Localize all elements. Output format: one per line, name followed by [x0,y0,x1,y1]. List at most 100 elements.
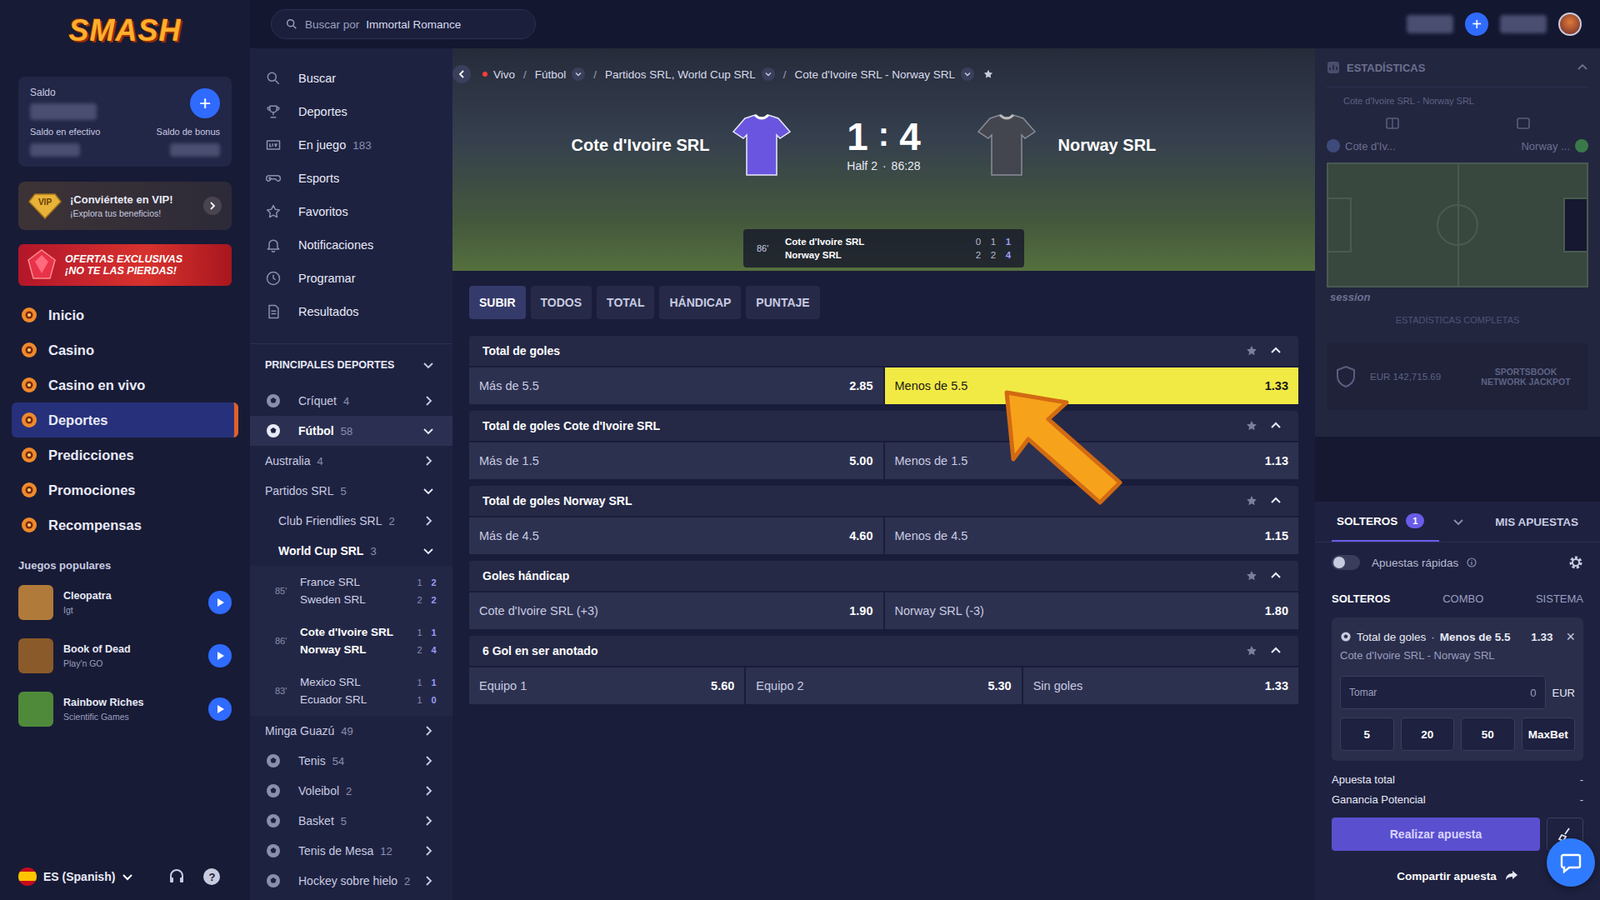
deposit-button[interactable]: + [1465,12,1489,36]
nav-item[interactable]: Inicio [11,297,239,333]
promo-banner[interactable]: OFERTAS EXCLUSIVAS ¡NO TE LAS PIERDAS! [18,244,232,286]
breadcrumb-item[interactable]: Cote d'Ivoire SRL - Norway SRL [794,67,975,81]
chevron-right-icon[interactable] [422,815,435,827]
chevron-down-icon[interactable] [121,870,134,883]
breadcrumb-item[interactable]: Fútbol [535,67,586,81]
dropdown-icon[interactable] [761,67,775,81]
chevron-down-icon[interactable] [1452,515,1465,528]
quick-bets-toggle[interactable] [1331,555,1360,570]
market-header[interactable]: Total de goles Cote d'Ivoire SRL [469,410,1299,441]
chevron-up-icon[interactable] [1270,345,1282,357]
odds-button[interactable]: Equipo 2 5.30 [745,667,1021,705]
game-item[interactable]: Rainbow Riches Scientific Games [18,682,232,736]
favorite-star-icon[interactable] [1245,644,1259,658]
stake-input[interactable]: Tomar 0 [1340,675,1546,710]
table-view-icon[interactable] [1516,117,1530,130]
odds-button[interactable]: Sin goles 1.33 [1023,667,1299,705]
menu-item[interactable]: Notificaciones [250,228,453,262]
chevron-up-icon[interactable] [1270,570,1282,582]
chevron-right-icon[interactable] [422,395,435,407]
market-header[interactable]: Goles hándicap [469,560,1299,591]
menu-item[interactable]: Resultados [250,295,453,329]
info-icon[interactable] [1466,557,1477,568]
chevron-up-icon[interactable] [1270,420,1282,432]
game-item[interactable]: Book of Dead Play'n GO [18,629,232,683]
sport-row[interactable]: Partidos SRL 5 [250,475,453,506]
share-bet-link[interactable]: Compartir apuesta [1331,859,1584,893]
odds-button[interactable]: Más de 5.5 2.85 [469,367,884,405]
breadcrumb-item[interactable]: Vivo [482,68,515,81]
quick-amount-button[interactable]: 5 [1340,717,1395,751]
vip-card[interactable]: VIP ¡Conviértete en VIP! ¡Explora tus be… [18,181,232,230]
menu-item[interactable]: Favoritos [250,195,453,229]
odds-button[interactable]: Norway SRL (-3) 1.80 [885,592,1300,630]
sport-row[interactable]: Críquet 4 [250,385,453,416]
sport-row[interactable]: Basket 5 [250,805,453,836]
game-thumbnail[interactable] [18,691,54,727]
chevron-up-icon[interactable] [1270,495,1282,507]
bet-mode-tab[interactable]: SISTEMA [1535,592,1584,605]
chevron-right-icon[interactable] [422,875,435,887]
sport-row[interactable]: Hockey sobre hielo 2 [250,865,453,896]
dropdown-icon[interactable] [960,67,975,81]
field-view-icon[interactable] [1385,117,1400,130]
nav-item[interactable]: Promociones [11,472,239,508]
menu-item[interactable]: Buscar [250,61,453,95]
search-field[interactable]: Buscar por Immortal Romance [270,9,536,40]
sport-row[interactable]: Fútbol 58 [250,415,453,446]
deposit-button[interactable]: + [190,88,220,119]
chevron-right-icon[interactable] [422,455,435,467]
sport-row[interactable]: Tenis 54 [250,745,453,776]
nav-item[interactable]: Deportes [11,402,239,438]
gear-icon[interactable] [1568,555,1584,570]
nav-item[interactable]: Casino [11,332,239,368]
chevron-right-icon[interactable] [203,196,222,215]
favorite-star-icon[interactable] [1245,344,1259,358]
logo[interactable]: SMASH [18,0,232,62]
nav-item[interactable]: Casino en vivo [11,367,239,403]
share-arrow-icon[interactable] [1505,870,1519,882]
market-tab[interactable]: TODOS [530,285,593,320]
chevron-down-icon[interactable] [422,359,435,371]
breadcrumb-item[interactable]: Partidos SRL, World Cup SRL [605,67,775,81]
headset-icon[interactable] [168,868,185,885]
bet-mode-tab[interactable]: COMBO [1442,592,1484,605]
play-icon[interactable] [208,697,232,721]
play-icon[interactable] [208,590,232,615]
chevron-right-icon[interactable] [422,755,435,767]
quick-amount-button[interactable]: 20 [1400,717,1455,751]
odds-button[interactable]: Menos de 4.5 1.15 [885,517,1300,555]
odds-button[interactable]: Más de 1.5 5.00 [469,442,884,480]
sport-row[interactable]: Club Friendlies SRL 2 [250,505,453,536]
market-tab[interactable]: HÁNDICAP [659,285,741,320]
chevron-right-icon[interactable] [422,785,435,797]
logo-text[interactable]: SMASH [68,13,181,49]
market-tab[interactable]: PUNTAJE [745,285,820,320]
full-statistics-link[interactable]: ESTADÍSTICAS COMPLETAS [1326,303,1589,337]
sport-row[interactable]: World Cup SRL 3 [250,535,453,566]
bet-mode-tab[interactable]: SOLTEROS [1331,592,1391,605]
quick-amount-button[interactable]: MaxBet [1521,717,1576,751]
remove-bet-button[interactable]: × [1565,629,1575,645]
game-item[interactable]: Cleopatra Igt [18,575,232,630]
favorite-star-icon[interactable] [982,68,995,80]
game-thumbnail[interactable] [18,585,54,620]
chat-bubble-icon[interactable] [1546,838,1595,887]
place-bet-button[interactable]: Realizar apuesta [1331,817,1540,851]
avatar-icon[interactable] [1558,12,1582,36]
market-header[interactable]: Total de goles [469,335,1299,366]
betslip-tab[interactable]: MIS APUESTAS [1490,501,1584,542]
odds-button[interactable]: Equipo 1 5.60 [469,667,745,705]
favorite-star-icon[interactable] [1245,494,1259,508]
back-icon[interactable] [452,65,471,84]
help-button[interactable]: ? [203,868,220,885]
market-header[interactable]: 6 Gol en ser anotado [469,635,1299,666]
sport-row[interactable]: Australia 4 [250,445,453,476]
jackpot-card[interactable]: EUR 142,715.69 SPORTSBOOK NETWORK JACKPO… [1326,343,1589,410]
dropdown-icon[interactable] [571,67,585,81]
sport-row[interactable]: Tenis de Mesa 12 [250,835,453,866]
market-tab[interactable]: SUBIR [469,285,526,320]
market-tab[interactable]: TOTAL [596,285,655,320]
chevron-up-icon[interactable] [1576,61,1589,74]
quick-amount-button[interactable]: 50 [1460,717,1515,751]
